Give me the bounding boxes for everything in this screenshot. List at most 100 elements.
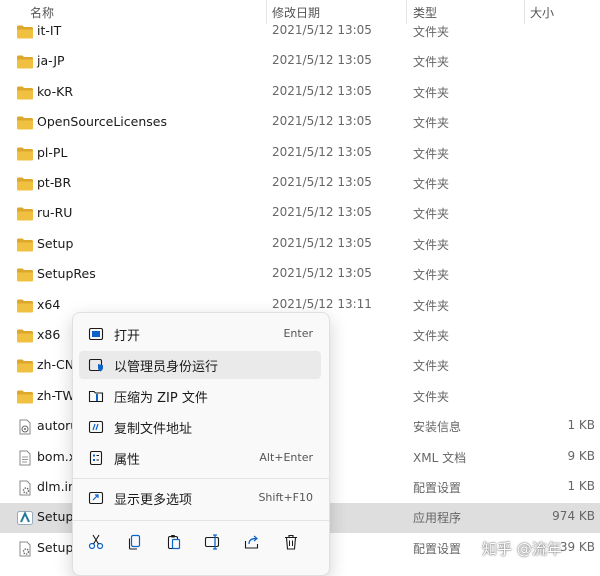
properties-icon — [88, 450, 104, 466]
file-modified-date: 2021/5/12 13:05 — [272, 114, 372, 129]
file-name: pl-PL — [37, 144, 68, 160]
file-type: 文件夹 — [413, 237, 450, 252]
file-row[interactable]: pt-BR 2021/5/12 13:05 文件夹 — [0, 169, 600, 199]
sort-chevron-icon: ⌃ — [138, 0, 146, 5]
menu-item-more-options[interactable]: 显示更多选项 Shift+F10 — [79, 484, 321, 512]
file-type: 文件夹 — [413, 207, 450, 222]
menu-item-copy-path[interactable]: 复制文件地址 — [79, 413, 321, 441]
copy-button[interactable] — [122, 529, 148, 555]
menu-item-shortcut: Alt+Enter — [259, 451, 313, 464]
menu-item-label: 属性 — [114, 453, 141, 468]
folder-icon — [16, 267, 34, 283]
context-menu: 打开 Enter 以管理员身份运行 压缩为 ZIP 文件 复制文件地址 属性 A… — [72, 312, 330, 576]
autodesk-app-icon — [16, 510, 34, 526]
folder-icon — [16, 54, 34, 70]
folder-icon — [16, 298, 34, 314]
config-icon — [16, 480, 34, 496]
more-options-icon — [88, 490, 104, 506]
file-name: zh-CN — [37, 357, 75, 373]
file-name: SetupRes — [37, 266, 96, 282]
file-type: 文件夹 — [413, 116, 450, 131]
file-row[interactable]: pl-PL 2021/5/12 13:05 文件夹 — [0, 139, 600, 169]
folder-icon — [16, 328, 34, 344]
file-size: 1 KB — [567, 479, 595, 493]
zip-folder-icon — [88, 388, 104, 404]
file-type: 安装信息 — [413, 420, 462, 435]
menu-item-label: 复制文件地址 — [114, 422, 193, 437]
file-type: 文件夹 — [413, 389, 450, 404]
file-name: zh-TW — [37, 387, 75, 403]
folder-icon — [16, 146, 34, 162]
menu-item-open[interactable]: 打开 Enter — [79, 320, 321, 348]
file-type: 配置设置 — [413, 541, 462, 556]
share-button[interactable] — [239, 529, 265, 555]
file-modified-date: 2021/5/12 13:05 — [272, 53, 372, 68]
file-row[interactable]: ko-KR 2021/5/12 13:05 文件夹 — [0, 78, 600, 108]
menu-item-label: 显示更多选项 — [114, 493, 193, 508]
file-type: 文件夹 — [413, 359, 450, 374]
setup-info-icon — [16, 419, 34, 435]
menu-item-label: 以管理员身份运行 — [114, 360, 219, 375]
file-modified-date: 2021/5/12 13:05 — [272, 205, 372, 220]
watermark: 知乎 @流年 — [482, 540, 562, 558]
file-modified-date: 2021/5/12 13:05 — [272, 23, 372, 37]
file-row[interactable]: OpenSourceLicenses 2021/5/12 13:05 文件夹 — [0, 108, 600, 138]
file-type: 文件夹 — [413, 329, 450, 343]
folder-icon — [16, 358, 34, 374]
file-type: 文件夹 — [413, 298, 450, 313]
file-size: 1 KB — [567, 418, 595, 433]
menu-item-shortcut: Enter — [283, 327, 313, 340]
open-window-icon — [88, 326, 104, 342]
folder-icon — [16, 115, 34, 131]
file-name: ru-RU — [37, 205, 73, 221]
menu-item-compress-zip[interactable]: 压缩为 ZIP 文件 — [79, 382, 321, 410]
file-size: 39 KB — [559, 539, 595, 554]
folder-icon — [16, 24, 34, 40]
file-name: dlm.in — [37, 479, 76, 494]
file-modified-date: 2021/5/12 13:05 — [272, 144, 372, 159]
file-name: pt-BR — [37, 175, 72, 190]
file-modified-date: 2021/5/12 13:05 — [272, 266, 372, 281]
file-name: ja-JP — [37, 53, 65, 69]
copy-path-icon — [88, 419, 104, 435]
file-modified-date: 2021/5/12 13:05 — [272, 235, 372, 250]
delete-button[interactable] — [278, 529, 304, 555]
file-type: 应用程序 — [413, 511, 462, 526]
file-modified-date: 2021/5/12 13:05 — [272, 175, 372, 189]
file-size: 9 KB — [567, 448, 595, 463]
file-size: 974 KB — [552, 509, 595, 524]
file-type: 文件夹 — [413, 268, 450, 283]
file-name: ko-KR — [37, 83, 74, 99]
file-name: x86 — [37, 327, 61, 342]
file-modified-date: 2021/5/12 13:11 — [272, 296, 372, 311]
file-name: OpenSourceLicenses — [37, 114, 167, 130]
menu-divider — [73, 478, 329, 479]
file-type: 配置设置 — [413, 481, 462, 495]
file-type: 文件夹 — [413, 177, 450, 191]
file-name: bom.x — [37, 448, 77, 464]
menu-item-shortcut: Shift+F10 — [258, 491, 313, 504]
admin-shield-icon — [88, 357, 104, 373]
folder-icon — [16, 85, 34, 101]
menu-item-run-as-admin[interactable]: 以管理员身份运行 — [79, 351, 321, 379]
menu-item-label: 打开 — [114, 329, 141, 344]
menu-item-label: 压缩为 ZIP 文件 — [114, 391, 208, 406]
file-type: 文件夹 — [413, 146, 450, 161]
file-row[interactable]: ru-RU 2021/5/12 13:05 文件夹 — [0, 199, 600, 229]
file-type: XML 文档 — [413, 450, 467, 465]
file-type: 文件夹 — [413, 25, 450, 39]
paste-button[interactable] — [161, 529, 187, 555]
menu-item-properties[interactable]: 属性 Alt+Enter — [79, 444, 321, 472]
file-row[interactable]: it-IT 2021/5/12 13:05 文件夹 — [0, 17, 600, 47]
file-row[interactable]: SetupRes 2021/5/12 13:05 文件夹 — [0, 260, 600, 290]
folder-icon — [16, 206, 34, 222]
cut-button[interactable] — [83, 529, 109, 555]
file-name: x64 — [37, 296, 61, 312]
file-row[interactable]: ja-JP 2021/5/12 13:05 文件夹 — [0, 47, 600, 77]
rename-button[interactable] — [200, 529, 226, 555]
file-type: 文件夹 — [413, 85, 450, 100]
folder-icon — [16, 237, 34, 253]
file-row[interactable]: Setup 2021/5/12 13:05 文件夹 — [0, 230, 600, 260]
file-type: 文件夹 — [413, 55, 450, 70]
folder-icon — [16, 176, 34, 192]
